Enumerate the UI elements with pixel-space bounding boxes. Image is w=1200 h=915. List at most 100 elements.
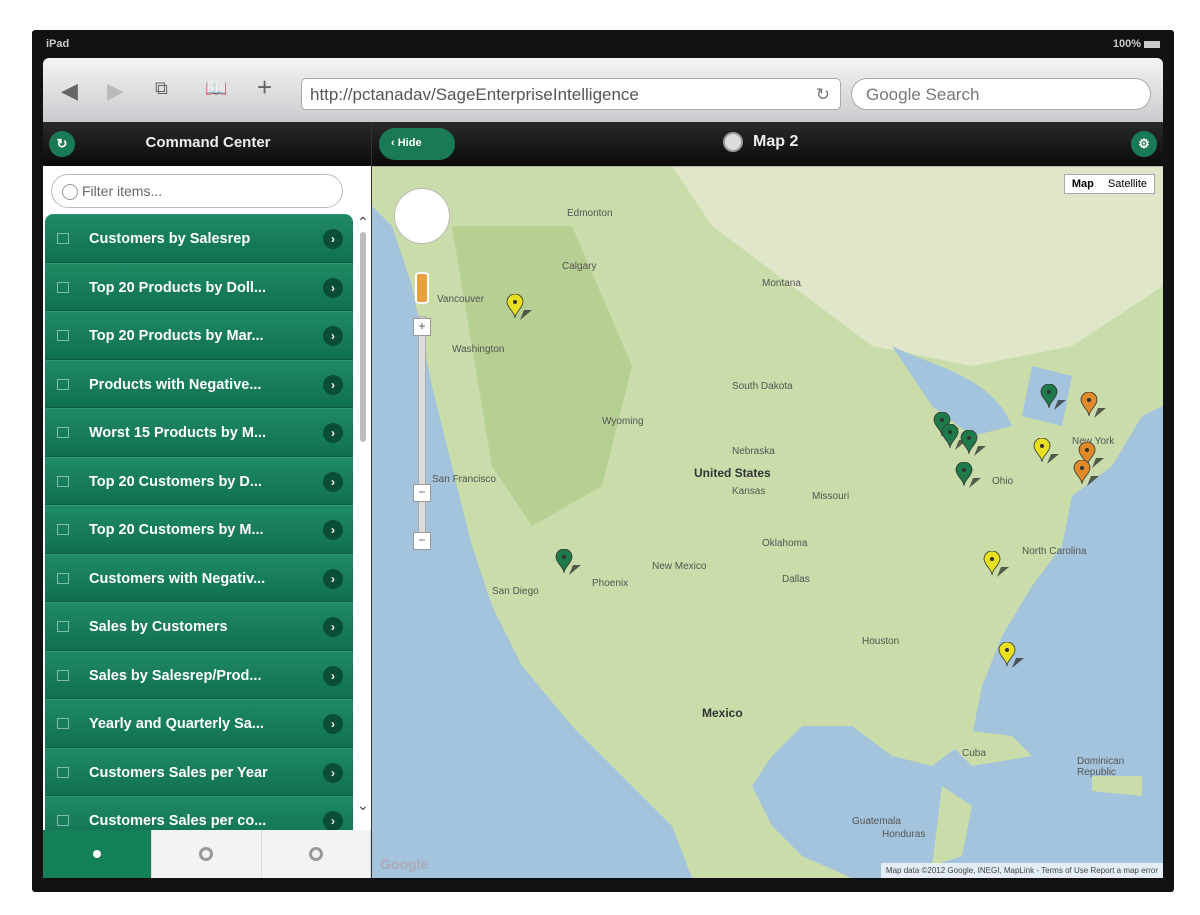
forward-icon[interactable]: ▶ [107, 78, 124, 104]
chevron-right-icon: › [323, 568, 343, 589]
page-title: Map 2 [723, 132, 798, 152]
map-type-satellite[interactable]: Satellite [1101, 175, 1154, 193]
chevron-right-icon: › [323, 665, 343, 686]
tabs-icon[interactable]: ⧉ [155, 78, 168, 99]
map-marker-green[interactable] [941, 424, 967, 450]
chevron-right-icon: › [323, 229, 343, 249]
filter-input[interactable]: Filter items... [51, 174, 343, 208]
list-item[interactable]: Top 20 Products by Doll... › [45, 262, 353, 311]
map-marker-orange[interactable] [1073, 460, 1099, 486]
search-input[interactable]: Google Search [851, 78, 1151, 110]
map-label: Dallas [782, 574, 810, 585]
chevron-right-icon: › [323, 326, 343, 346]
zoom-out-button[interactable]: − [413, 532, 431, 550]
table-icon [57, 766, 69, 778]
zoom-in-button[interactable]: + [413, 318, 431, 336]
chevron-right-icon: › [323, 617, 343, 637]
map-label: Oklahoma [762, 538, 808, 549]
chevron-right-icon: › [323, 374, 343, 395]
map-label: Honduras [882, 829, 926, 840]
chevron-right-icon: › [323, 277, 343, 298]
map-label: Washington [452, 344, 505, 355]
pan-control[interactable] [394, 188, 450, 244]
list-item-label: Customers by Salesrep [89, 231, 251, 247]
circle-icon [199, 847, 214, 861]
chevron-right-icon: › [323, 762, 343, 783]
scroll-down-icon[interactable]: ⌄ [357, 797, 369, 814]
table-icon [57, 815, 69, 826]
sidebar-title: Command Center [145, 134, 271, 151]
list-item-label: Sales by Customers [89, 619, 228, 635]
zoom-slider[interactable] [418, 316, 426, 546]
sidebar: Filter items... Customers by Salesrep › To… [43, 166, 371, 878]
list-item[interactable]: Yearly and Quarterly Sa... › [45, 699, 353, 748]
list-item[interactable]: Customers with Negativ... › [45, 553, 353, 602]
reload-icon[interactable]: ↻ [816, 85, 830, 105]
scroll-up-icon[interactable]: ⌃ [357, 214, 369, 231]
map-label: Guatemala [852, 816, 901, 827]
hide-button[interactable]: ‹ Hide [379, 128, 455, 160]
list-item[interactable]: Customers Sales per Year › [45, 747, 353, 796]
settings-button[interactable]: ⚙ [1131, 131, 1157, 157]
dot-icon [93, 850, 102, 858]
map-label: Montana [762, 278, 801, 289]
map-label: Calgary [562, 261, 597, 272]
circle-icon [308, 847, 323, 861]
back-icon[interactable]: ◀ [61, 78, 78, 104]
map-label: San Diego [492, 586, 539, 597]
table-icon [57, 330, 69, 341]
map-label: North Carolina [1022, 546, 1087, 557]
map-marker-yellow[interactable] [998, 642, 1024, 668]
map-marker-orange[interactable] [1080, 392, 1106, 418]
list-item-label: Top 20 Products by Doll... [89, 279, 266, 296]
map-marker-green[interactable] [555, 549, 581, 575]
url-bar[interactable]: http://pctanadav/SageEnterpriseIntellige… [301, 78, 841, 110]
bookmarks-icon[interactable]: 📖 [205, 78, 227, 99]
map-attribution[interactable]: Map data ©2012 Google, INEGI, MapLink - … [880, 863, 1163, 878]
tab-third[interactable] [262, 830, 371, 878]
map-title-text: Map 2 [753, 133, 799, 151]
device-label: iPad [46, 38, 70, 50]
tab-home[interactable] [43, 830, 153, 878]
map-type-map[interactable]: Map [1065, 175, 1101, 193]
list-item[interactable]: Customers by Salesrep › [45, 214, 353, 263]
table-icon [57, 572, 69, 584]
map-marker-yellow[interactable] [1033, 438, 1059, 464]
ipad-frame: iPad 100% ◀ ▶ ⧉ 📖 + http://pctanadav/Sag… [32, 30, 1174, 892]
tab-bar [43, 830, 371, 878]
map-label: Mexico [702, 706, 743, 720]
scroll-thumb[interactable] [360, 232, 366, 442]
map-marker-yellow[interactable] [506, 294, 532, 320]
map-view[interactable]: Edmonton Calgary Vancouver Washington Montan… [372, 166, 1163, 878]
map-label: Missouri [812, 491, 850, 502]
list-item[interactable]: Worst 15 Products by M... › [45, 408, 353, 457]
list-item-label: Top 20 Customers by M... [89, 522, 264, 538]
map-marker-green[interactable] [960, 430, 986, 456]
list-item[interactable]: Top 20 Customers by D... › [45, 456, 353, 505]
map-label: Vancouver [437, 294, 485, 305]
refresh-button[interactable]: ↻ [49, 131, 75, 157]
app-header: ↻ Command Center ‹ Hide Map 2 ⚙ [43, 122, 1163, 166]
map-marker-yellow[interactable] [983, 551, 1009, 577]
map-marker-green[interactable] [1040, 384, 1066, 410]
add-icon[interactable]: + [257, 72, 272, 103]
scrollbar[interactable]: ⌃ ⌄ [357, 214, 369, 814]
list-item[interactable]: Top 20 Customers by M... › [45, 505, 353, 554]
street-view-pegman-icon[interactable] [415, 272, 429, 304]
zoom-handle[interactable]: − [413, 484, 431, 502]
table-icon [57, 427, 69, 438]
list-item[interactable]: Sales by Salesrep/Prod... › [45, 650, 353, 699]
table-icon [57, 233, 69, 244]
list-item[interactable]: Sales by Customers › [45, 602, 353, 651]
map-label: Wyoming [602, 416, 644, 427]
table-icon [57, 475, 69, 487]
table-icon [57, 524, 69, 535]
list-item[interactable]: Products with Negative... › [45, 359, 353, 408]
map-label: Cuba [962, 748, 986, 759]
list-item[interactable]: Top 20 Products by Mar... › [45, 311, 353, 360]
map-label: Phoenix [592, 578, 629, 589]
map-type-control: Map Satellite [1063, 174, 1155, 194]
tab-second[interactable] [152, 830, 262, 878]
chevron-right-icon: › [323, 714, 343, 734]
map-marker-green[interactable] [955, 462, 981, 488]
